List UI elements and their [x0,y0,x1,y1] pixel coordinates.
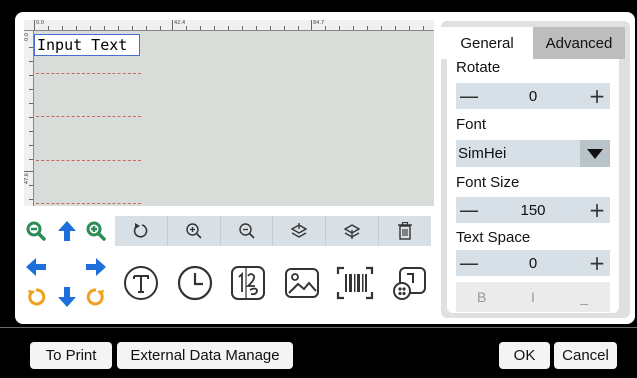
rotate-cw-icon[interactable] [85,286,107,308]
font-label: Font [456,116,487,133]
text-space-value[interactable]: 0 [482,255,584,272]
rotate-value[interactable]: 0 [482,88,584,105]
rotate-label: Rotate [456,59,501,76]
shape-object-icon [392,267,426,300]
italic-button[interactable]: I [507,282,558,312]
left-ruler: 0.0 47.6 [24,31,34,206]
delete-icon [398,222,413,240]
footer-divider [0,327,637,328]
add-barcode-button[interactable] [334,262,376,304]
layer-down-button[interactable] [326,216,380,246]
add-image-button[interactable] [281,262,323,304]
to-print-button[interactable]: To Print [30,342,112,369]
arrow-up-icon[interactable] [56,220,78,242]
barcode-object-icon [337,266,374,300]
top-ruler: 0.0 42.4 84.7 [24,20,434,31]
object-toolbar [115,262,435,306]
zoom-out-icon [238,223,255,239]
font-size-value[interactable]: 150 [482,202,584,219]
clock-object-icon [177,265,212,301]
ruler-label: 0.0 [24,33,30,41]
underline-button[interactable]: _ [559,282,610,312]
ruler-label: 47.6 [24,173,30,185]
arrow-left-icon[interactable] [25,256,47,278]
zoom-in-icon [186,223,202,239]
chevron-down-icon [587,148,603,159]
ruler-label: 42.4 [174,20,186,26]
text-space-increment-button[interactable]: + [584,250,610,276]
font-size-label: Font Size [456,174,520,191]
ruler-label: 84.7 [313,20,325,26]
rotate-ccw-icon[interactable] [25,286,47,308]
tab-general[interactable]: General [441,27,533,59]
text-space-stepper: — 0 + [456,250,610,276]
font-size-increment-button[interactable]: + [584,197,610,223]
rotate-decrement-button[interactable]: — [456,83,482,109]
zoom-out-icon[interactable] [25,220,47,242]
zoom-out-button[interactable] [221,216,274,246]
font-size-stepper: — 150 + [456,197,610,223]
external-data-button[interactable]: External Data Manage [117,342,293,369]
image-object-icon [284,268,319,298]
canvas-toolbar [115,216,431,246]
move-pad [25,216,111,308]
layer-up-button[interactable] [273,216,327,246]
text-space-label: Text Space [456,229,531,246]
bold-button[interactable]: B [456,282,507,312]
text-guide-line [36,73,141,74]
arrow-down-icon[interactable] [56,286,78,308]
font-dropdown-button[interactable] [580,140,610,167]
add-clock-button[interactable] [174,262,216,304]
add-serial-button[interactable] [227,262,269,304]
zoom-in-button[interactable] [168,216,221,246]
rotate-increment-button[interactable]: + [584,83,610,109]
layer-down-icon [343,224,361,239]
text-guide-line [36,203,141,204]
rotate-button[interactable] [115,216,168,246]
font-select[interactable]: SimHei [456,140,610,167]
delete-button[interactable] [379,216,431,246]
properties-tabs: General Advanced [441,27,625,59]
layer-up-icon [290,223,308,238]
tab-advanced[interactable]: Advanced [533,27,625,59]
ok-button[interactable]: OK [499,342,550,369]
ruler-label: 0.0 [36,20,44,26]
rotate-stepper: — 0 + [456,83,610,109]
add-text-button[interactable] [120,262,162,304]
text-object-icon [124,266,158,300]
font-size-decrement-button[interactable]: — [456,197,482,223]
arrow-right-icon[interactable] [85,256,107,278]
serial-number-icon [231,266,266,300]
rotate-icon [133,223,148,238]
add-shape-button[interactable] [388,262,430,304]
zoom-in-icon[interactable] [85,220,107,242]
text-object[interactable]: Input Text [34,34,140,56]
text-space-decrement-button[interactable]: — [456,250,482,276]
text-style-buttons: B I _ [456,282,610,312]
text-guide-line [36,160,141,161]
font-value: SimHei [458,145,507,162]
text-guide-line [36,116,141,117]
cancel-button[interactable]: Cancel [554,342,617,369]
